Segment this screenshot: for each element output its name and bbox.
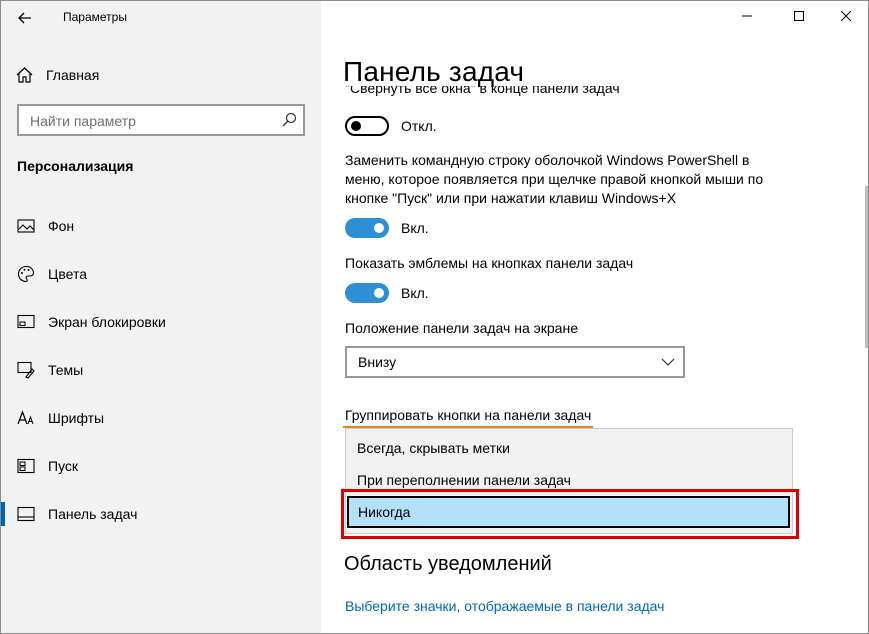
palette-icon — [16, 264, 36, 284]
home-icon — [16, 67, 33, 83]
maximize-button[interactable] — [776, 0, 822, 32]
search-icon[interactable] — [281, 112, 297, 128]
toggle-state-label: Вкл. — [401, 220, 429, 236]
app-title: Параметры — [63, 10, 127, 24]
sidebar-item-taskbar[interactable]: Панель задач — [0, 490, 321, 538]
sidebar-item-start[interactable]: Пуск — [0, 442, 321, 490]
back-button[interactable] — [12, 5, 38, 31]
group-option-always[interactable]: Всегда, скрывать метки — [346, 432, 792, 464]
show-desktop-toggle[interactable] — [345, 116, 389, 136]
setting-label-show-desktop: "Свернуть все окна" в конце панели задач — [345, 86, 620, 98]
content-scrollbar[interactable] — [865, 186, 869, 348]
lock-screen-icon — [16, 312, 36, 332]
sidebar-item-label: Фон — [48, 218, 75, 234]
content-pane: Панель задач "Свернуть все окна" в конце… — [321, 0, 869, 634]
toggle-row-show-desktop: Откл. — [345, 116, 437, 136]
section-title: Персонализация — [17, 158, 134, 174]
search-placeholder: Найти параметр — [30, 113, 136, 129]
sidebar-item-colors[interactable]: Цвета — [0, 250, 321, 298]
taskbar-icon — [16, 504, 36, 524]
start-icon — [16, 456, 36, 476]
setting-label-powershell: Заменить командную строку оболочкой Wind… — [345, 152, 764, 206]
sidebar-item-themes[interactable]: Темы — [0, 346, 321, 394]
sidebar: Параметры Главная Найти параметр Персона… — [0, 0, 321, 634]
toggle-state-label: Откл. — [401, 118, 437, 134]
sidebar-item-label: Пуск — [48, 458, 79, 474]
setting-label-badges: Показать эмблемы на кнопках панели задач — [345, 255, 634, 271]
select-tray-icons-link[interactable]: Выберите значки, отображаемые в панели з… — [345, 598, 664, 614]
picture-icon — [16, 216, 36, 236]
minimize-button[interactable] — [724, 0, 770, 32]
close-icon — [841, 11, 851, 21]
notification-area-title: Область уведомлений — [344, 553, 552, 575]
sidebar-item-label: Цвета — [48, 266, 87, 282]
close-button[interactable] — [823, 0, 869, 32]
setting-label-position: Положение панели задач на экране — [345, 320, 578, 336]
font-icon — [16, 408, 36, 428]
group-option-never[interactable]: Никогда — [347, 496, 790, 528]
sidebar-home[interactable]: Главная — [16, 64, 99, 86]
setting-label-group-buttons: Группировать кнопки на панели задач — [345, 407, 592, 423]
dropdown-value: Внизу — [358, 354, 397, 370]
group-buttons-options-list: Всегда, скрывать метки При переполнении … — [345, 428, 793, 534]
page-title: Панель задач — [343, 56, 525, 87]
sidebar-item-label: Темы — [48, 362, 84, 378]
sidebar-home-label: Главная — [46, 67, 100, 83]
toggle-row-badges: Вкл. — [345, 283, 429, 303]
sidebar-item-label: Шрифты — [48, 410, 105, 426]
themes-icon — [16, 360, 36, 380]
powershell-toggle[interactable] — [345, 218, 389, 238]
sidebar-item-background[interactable]: Фон — [0, 202, 321, 250]
sidebar-nav: Фон Цвета Экран блокировки Темы Шрифты П… — [0, 202, 321, 538]
back-arrow-icon — [18, 12, 31, 24]
chevron-down-icon — [661, 358, 675, 366]
toggle-state-label: Вкл. — [401, 285, 429, 301]
minimize-icon — [742, 15, 752, 17]
sidebar-item-label: Панель задач — [48, 506, 138, 522]
sidebar-item-fonts[interactable]: Шрифты — [0, 394, 321, 442]
taskbar-position-dropdown[interactable]: Внизу — [345, 346, 685, 378]
search-input[interactable]: Найти параметр — [17, 104, 305, 136]
toggle-row-powershell: Вкл. — [345, 218, 429, 238]
maximize-icon — [794, 11, 804, 21]
setting-label-text: "Свернуть все окна" в конце панели задач — [345, 86, 620, 96]
badges-toggle[interactable] — [345, 283, 389, 303]
sidebar-item-label: Экран блокировки — [48, 314, 166, 330]
group-option-when-full[interactable]: При переполнении панели задач — [346, 464, 792, 496]
sidebar-item-lock-screen[interactable]: Экран блокировки — [0, 298, 321, 346]
